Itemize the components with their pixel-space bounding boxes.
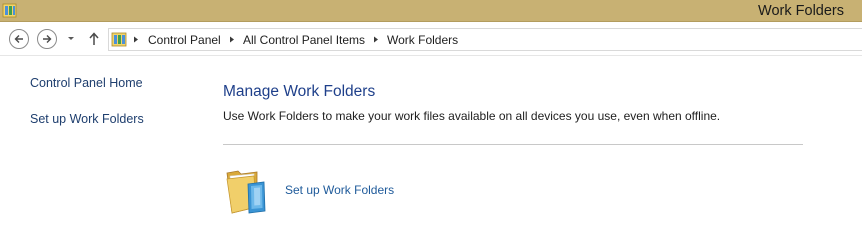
- sidebar-link-control-panel-home[interactable]: Control Panel Home: [30, 76, 143, 91]
- set-up-work-folders-task[interactable]: Set up Work Folders: [224, 167, 424, 217]
- page-description: Use Work Folders to make your work files…: [223, 109, 721, 123]
- window-title: Work Folders: [758, 3, 844, 19]
- set-up-work-folders-link[interactable]: Set up Work Folders: [285, 183, 394, 197]
- control-panel-icon: [111, 32, 127, 47]
- forward-button[interactable]: [37, 29, 57, 49]
- chevron-right-icon[interactable]: [373, 36, 379, 43]
- chevron-right-icon[interactable]: [133, 36, 139, 43]
- sidebar-link-set-up-work-folders[interactable]: Set up Work Folders: [30, 112, 144, 127]
- forward-arrow-icon: [43, 35, 52, 43]
- title-bar: Work Folders: [0, 0, 862, 22]
- work-folders-icon: [226, 170, 266, 214]
- back-button[interactable]: [9, 29, 29, 49]
- breadcrumb-control-panel[interactable]: Control Panel: [148, 33, 221, 47]
- breadcrumb-all-control-panel-items[interactable]: All Control Panel Items: [243, 33, 365, 47]
- divider: [223, 144, 803, 145]
- breadcrumb-work-folders[interactable]: Work Folders: [387, 33, 458, 47]
- back-arrow-icon: [14, 35, 23, 43]
- page-title: Manage Work Folders: [223, 83, 376, 100]
- navigation-bar: Control Panel All Control Panel Items Wo…: [0, 22, 862, 56]
- recent-locations-chevron-down-icon[interactable]: [66, 35, 76, 43]
- address-bar[interactable]: Control Panel All Control Panel Items Wo…: [108, 28, 862, 51]
- control-panel-icon: [2, 3, 17, 18]
- up-arrow-icon[interactable]: [87, 31, 101, 47]
- chevron-right-icon[interactable]: [229, 36, 235, 43]
